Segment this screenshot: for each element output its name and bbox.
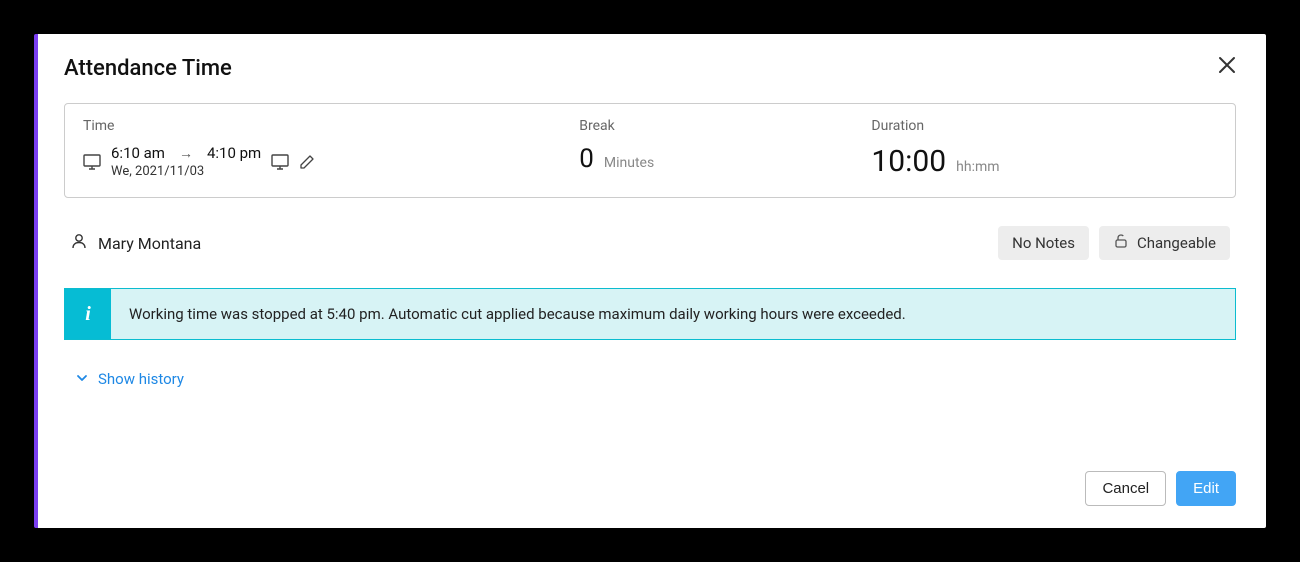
info-icon: i bbox=[65, 289, 111, 339]
duration-label: Duration bbox=[871, 118, 1217, 134]
break-column: Break 0 Minutes bbox=[579, 118, 851, 179]
time-label: Time bbox=[83, 118, 559, 134]
time-column: Time 6:10 am → 4:10 pm We, 2021/11/03 bbox=[83, 118, 559, 179]
changeable-badge[interactable]: Changeable bbox=[1099, 226, 1230, 260]
duration-value: 10:00 bbox=[871, 144, 946, 179]
monitor-icon bbox=[83, 154, 101, 170]
end-time: 4:10 pm bbox=[207, 144, 261, 162]
duration-column: Duration 10:00 hh:mm bbox=[871, 118, 1217, 179]
unlock-icon bbox=[1113, 233, 1129, 253]
footer-buttons: Cancel Edit bbox=[64, 471, 1236, 506]
duration-unit: hh:mm bbox=[956, 159, 999, 175]
modal-header: Attendance Time bbox=[64, 56, 1236, 81]
break-label: Break bbox=[579, 118, 851, 134]
modal-title: Attendance Time bbox=[64, 56, 232, 81]
summary-card: Time 6:10 am → 4:10 pm We, 2021/11/03 bbox=[64, 103, 1236, 198]
pencil-icon bbox=[299, 154, 315, 170]
person-icon bbox=[70, 232, 88, 254]
close-button[interactable] bbox=[1218, 56, 1236, 74]
show-history-label: Show history bbox=[98, 370, 184, 388]
date-text: We, 2021/11/03 bbox=[111, 164, 261, 179]
attendance-time-modal: Attendance Time Time 6:10 am → 4:10 pm W… bbox=[34, 34, 1266, 528]
edit-button[interactable]: Edit bbox=[1176, 471, 1236, 506]
cancel-button[interactable]: Cancel bbox=[1085, 471, 1166, 506]
info-message: Working time was stopped at 5:40 pm. Aut… bbox=[111, 289, 924, 339]
person-name: Mary Montana bbox=[98, 234, 201, 253]
chevron-down-icon bbox=[76, 370, 88, 388]
monitor-icon bbox=[271, 154, 289, 170]
no-notes-badge[interactable]: No Notes bbox=[998, 226, 1089, 260]
break-unit: Minutes bbox=[604, 155, 654, 171]
person-row: Mary Montana No Notes Changeable bbox=[64, 226, 1236, 260]
start-time: 6:10 am bbox=[111, 144, 165, 162]
edit-time-button[interactable] bbox=[299, 154, 315, 170]
arrow-right-icon: → bbox=[179, 145, 193, 162]
close-icon bbox=[1218, 56, 1236, 74]
show-history-toggle[interactable]: Show history bbox=[64, 370, 1236, 388]
info-banner: i Working time was stopped at 5:40 pm. A… bbox=[64, 288, 1236, 340]
break-value: 0 bbox=[579, 144, 594, 174]
